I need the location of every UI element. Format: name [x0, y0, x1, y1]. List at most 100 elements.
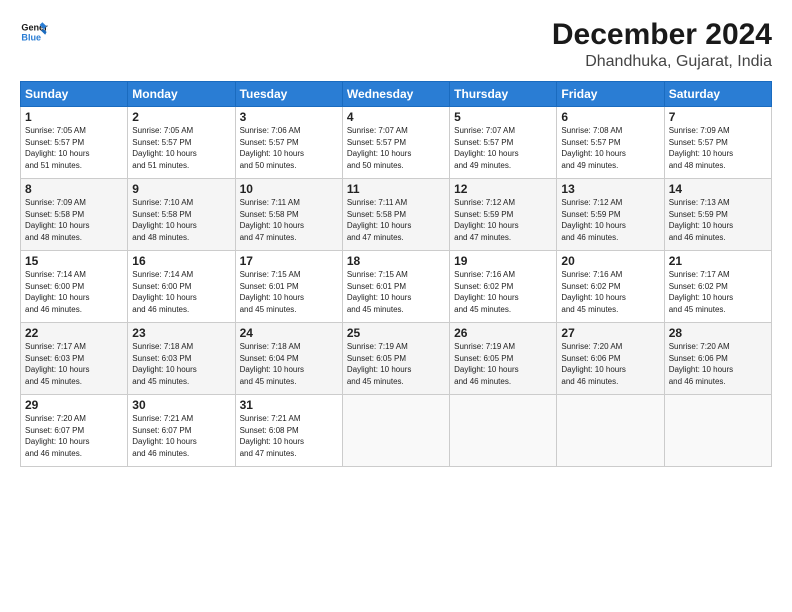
header-sunday: Sunday	[21, 82, 128, 107]
calendar-day-cell: 10Sunrise: 7:11 AM Sunset: 5:58 PM Dayli…	[235, 179, 342, 251]
day-info: Sunrise: 7:10 AM Sunset: 5:58 PM Dayligh…	[132, 197, 230, 243]
calendar-header-row: Sunday Monday Tuesday Wednesday Thursday…	[21, 82, 772, 107]
day-info: Sunrise: 7:07 AM Sunset: 5:57 PM Dayligh…	[347, 125, 445, 171]
calendar-day-cell: 27Sunrise: 7:20 AM Sunset: 6:06 PM Dayli…	[557, 323, 664, 395]
calendar-day-cell: 19Sunrise: 7:16 AM Sunset: 6:02 PM Dayli…	[450, 251, 557, 323]
day-number: 13	[561, 182, 659, 196]
day-number: 19	[454, 254, 552, 268]
day-info: Sunrise: 7:14 AM Sunset: 6:00 PM Dayligh…	[132, 269, 230, 315]
day-number: 21	[669, 254, 767, 268]
day-number: 8	[25, 182, 123, 196]
day-info: Sunrise: 7:09 AM Sunset: 5:57 PM Dayligh…	[669, 125, 767, 171]
header: General Blue December 2024 Dhandhuka, Gu…	[20, 18, 772, 71]
day-info: Sunrise: 7:20 AM Sunset: 6:06 PM Dayligh…	[561, 341, 659, 387]
day-info: Sunrise: 7:11 AM Sunset: 5:58 PM Dayligh…	[347, 197, 445, 243]
day-number: 18	[347, 254, 445, 268]
calendar-week-row: 1Sunrise: 7:05 AM Sunset: 5:57 PM Daylig…	[21, 107, 772, 179]
logo-icon: General Blue	[20, 18, 48, 46]
calendar-day-cell: 23Sunrise: 7:18 AM Sunset: 6:03 PM Dayli…	[128, 323, 235, 395]
calendar-day-cell: 16Sunrise: 7:14 AM Sunset: 6:00 PM Dayli…	[128, 251, 235, 323]
day-info: Sunrise: 7:21 AM Sunset: 6:07 PM Dayligh…	[132, 413, 230, 459]
header-wednesday: Wednesday	[342, 82, 449, 107]
day-info: Sunrise: 7:13 AM Sunset: 5:59 PM Dayligh…	[669, 197, 767, 243]
day-number: 3	[240, 110, 338, 124]
day-info: Sunrise: 7:18 AM Sunset: 6:03 PM Dayligh…	[132, 341, 230, 387]
calendar-day-cell: 18Sunrise: 7:15 AM Sunset: 6:01 PM Dayli…	[342, 251, 449, 323]
day-number: 6	[561, 110, 659, 124]
calendar-day-cell: 8Sunrise: 7:09 AM Sunset: 5:58 PM Daylig…	[21, 179, 128, 251]
day-number: 20	[561, 254, 659, 268]
day-info: Sunrise: 7:11 AM Sunset: 5:58 PM Dayligh…	[240, 197, 338, 243]
page: General Blue December 2024 Dhandhuka, Gu…	[0, 0, 792, 612]
header-saturday: Saturday	[664, 82, 771, 107]
calendar-week-row: 22Sunrise: 7:17 AM Sunset: 6:03 PM Dayli…	[21, 323, 772, 395]
calendar-day-cell: 14Sunrise: 7:13 AM Sunset: 5:59 PM Dayli…	[664, 179, 771, 251]
calendar-day-cell: 21Sunrise: 7:17 AM Sunset: 6:02 PM Dayli…	[664, 251, 771, 323]
header-thursday: Thursday	[450, 82, 557, 107]
day-number: 10	[240, 182, 338, 196]
day-info: Sunrise: 7:08 AM Sunset: 5:57 PM Dayligh…	[561, 125, 659, 171]
day-number: 7	[669, 110, 767, 124]
calendar-day-cell: 15Sunrise: 7:14 AM Sunset: 6:00 PM Dayli…	[21, 251, 128, 323]
day-info: Sunrise: 7:09 AM Sunset: 5:58 PM Dayligh…	[25, 197, 123, 243]
day-info: Sunrise: 7:20 AM Sunset: 6:07 PM Dayligh…	[25, 413, 123, 459]
calendar-day-cell: 17Sunrise: 7:15 AM Sunset: 6:01 PM Dayli…	[235, 251, 342, 323]
day-info: Sunrise: 7:18 AM Sunset: 6:04 PM Dayligh…	[240, 341, 338, 387]
calendar-day-cell	[342, 395, 449, 467]
day-info: Sunrise: 7:19 AM Sunset: 6:05 PM Dayligh…	[347, 341, 445, 387]
calendar-day-cell: 20Sunrise: 7:16 AM Sunset: 6:02 PM Dayli…	[557, 251, 664, 323]
day-info: Sunrise: 7:20 AM Sunset: 6:06 PM Dayligh…	[669, 341, 767, 387]
day-info: Sunrise: 7:21 AM Sunset: 6:08 PM Dayligh…	[240, 413, 338, 459]
day-number: 14	[669, 182, 767, 196]
day-number: 27	[561, 326, 659, 340]
calendar-day-cell: 30Sunrise: 7:21 AM Sunset: 6:07 PM Dayli…	[128, 395, 235, 467]
day-number: 17	[240, 254, 338, 268]
day-info: Sunrise: 7:15 AM Sunset: 6:01 PM Dayligh…	[347, 269, 445, 315]
calendar-day-cell: 3Sunrise: 7:06 AM Sunset: 5:57 PM Daylig…	[235, 107, 342, 179]
calendar-day-cell: 25Sunrise: 7:19 AM Sunset: 6:05 PM Dayli…	[342, 323, 449, 395]
calendar-day-cell: 26Sunrise: 7:19 AM Sunset: 6:05 PM Dayli…	[450, 323, 557, 395]
day-number: 12	[454, 182, 552, 196]
day-number: 2	[132, 110, 230, 124]
header-monday: Monday	[128, 82, 235, 107]
calendar-day-cell: 4Sunrise: 7:07 AM Sunset: 5:57 PM Daylig…	[342, 107, 449, 179]
day-number: 16	[132, 254, 230, 268]
calendar-day-cell: 5Sunrise: 7:07 AM Sunset: 5:57 PM Daylig…	[450, 107, 557, 179]
calendar-day-cell: 2Sunrise: 7:05 AM Sunset: 5:57 PM Daylig…	[128, 107, 235, 179]
calendar-day-cell: 11Sunrise: 7:11 AM Sunset: 5:58 PM Dayli…	[342, 179, 449, 251]
day-info: Sunrise: 7:12 AM Sunset: 5:59 PM Dayligh…	[454, 197, 552, 243]
calendar-day-cell: 31Sunrise: 7:21 AM Sunset: 6:08 PM Dayli…	[235, 395, 342, 467]
title-block: December 2024 Dhandhuka, Gujarat, India	[552, 18, 772, 71]
day-number: 26	[454, 326, 552, 340]
calendar-day-cell: 12Sunrise: 7:12 AM Sunset: 5:59 PM Dayli…	[450, 179, 557, 251]
page-subtitle: Dhandhuka, Gujarat, India	[552, 53, 772, 71]
day-info: Sunrise: 7:05 AM Sunset: 5:57 PM Dayligh…	[132, 125, 230, 171]
day-number: 9	[132, 182, 230, 196]
calendar-day-cell: 7Sunrise: 7:09 AM Sunset: 5:57 PM Daylig…	[664, 107, 771, 179]
day-info: Sunrise: 7:05 AM Sunset: 5:57 PM Dayligh…	[25, 125, 123, 171]
calendar-day-cell	[664, 395, 771, 467]
day-info: Sunrise: 7:07 AM Sunset: 5:57 PM Dayligh…	[454, 125, 552, 171]
calendar-week-row: 29Sunrise: 7:20 AM Sunset: 6:07 PM Dayli…	[21, 395, 772, 467]
day-number: 4	[347, 110, 445, 124]
logo: General Blue	[20, 18, 48, 46]
day-number: 1	[25, 110, 123, 124]
day-number: 5	[454, 110, 552, 124]
day-info: Sunrise: 7:15 AM Sunset: 6:01 PM Dayligh…	[240, 269, 338, 315]
calendar-day-cell: 13Sunrise: 7:12 AM Sunset: 5:59 PM Dayli…	[557, 179, 664, 251]
day-info: Sunrise: 7:17 AM Sunset: 6:03 PM Dayligh…	[25, 341, 123, 387]
calendar-week-row: 8Sunrise: 7:09 AM Sunset: 5:58 PM Daylig…	[21, 179, 772, 251]
calendar-day-cell: 24Sunrise: 7:18 AM Sunset: 6:04 PM Dayli…	[235, 323, 342, 395]
svg-text:Blue: Blue	[21, 32, 41, 42]
calendar-day-cell: 1Sunrise: 7:05 AM Sunset: 5:57 PM Daylig…	[21, 107, 128, 179]
day-info: Sunrise: 7:16 AM Sunset: 6:02 PM Dayligh…	[561, 269, 659, 315]
day-number: 30	[132, 398, 230, 412]
calendar-table: Sunday Monday Tuesday Wednesday Thursday…	[20, 81, 772, 467]
calendar-day-cell: 6Sunrise: 7:08 AM Sunset: 5:57 PM Daylig…	[557, 107, 664, 179]
calendar-day-cell: 22Sunrise: 7:17 AM Sunset: 6:03 PM Dayli…	[21, 323, 128, 395]
day-number: 22	[25, 326, 123, 340]
day-info: Sunrise: 7:17 AM Sunset: 6:02 PM Dayligh…	[669, 269, 767, 315]
day-number: 23	[132, 326, 230, 340]
page-title: December 2024	[552, 18, 772, 51]
calendar-day-cell: 9Sunrise: 7:10 AM Sunset: 5:58 PM Daylig…	[128, 179, 235, 251]
